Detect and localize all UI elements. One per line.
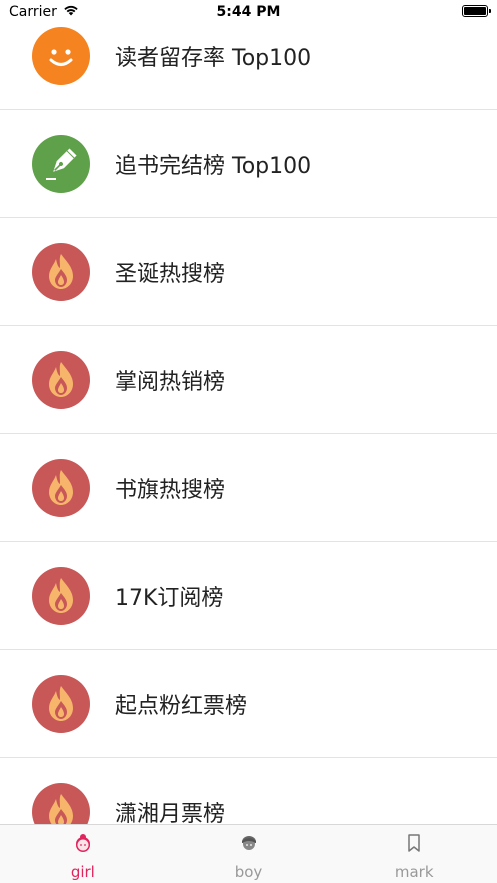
list-item[interactable]: 掌阅热销榜 — [0, 326, 497, 434]
flame-icon — [32, 674, 90, 733]
list-item-label: 掌阅热销榜 — [115, 369, 226, 395]
flame-icon — [32, 242, 90, 301]
boy-face-icon — [239, 833, 259, 857]
ranking-list: 读者留存率 Top100 追书完结榜 Top100 圣诞热搜榜 掌阅热销榜 书旗… — [0, 0, 497, 824]
flame-icon — [32, 566, 90, 625]
tab-boy-label: boy — [234, 863, 263, 881]
list-item-label: 起点粉红票榜 — [115, 693, 248, 719]
bookmark-icon — [404, 833, 424, 857]
list-item-label: 圣诞热搜榜 — [115, 261, 226, 287]
list-item-label: 追书完结榜 Top100 — [115, 153, 312, 179]
list-item-label: 潇湘月票榜 — [115, 801, 226, 825]
list-item[interactable]: 追书完结榜 Top100 — [0, 110, 497, 218]
list-item[interactable]: 圣诞热搜榜 — [0, 218, 497, 326]
screen: Carrier 5:44 PM 读者留存率 Top100 追书完结榜 Top10… — [0, 0, 497, 883]
flame-icon — [32, 350, 90, 409]
tab-girl-label: girl — [70, 863, 95, 881]
fountain-pen-icon — [32, 134, 90, 193]
tab-mark-label: mark — [394, 863, 434, 881]
battery-icon — [462, 5, 491, 17]
tab-boy[interactable]: boy — [166, 825, 332, 883]
flame-icon — [32, 782, 90, 824]
list-item-label: 17K订阅榜 — [115, 585, 224, 611]
list-item-label: 书旗热搜榜 — [115, 477, 226, 503]
flame-icon — [32, 458, 90, 517]
tab-mark[interactable]: mark — [331, 825, 497, 883]
tab-girl[interactable]: girl — [0, 825, 166, 883]
list-item[interactable]: 起点粉红票榜 — [0, 650, 497, 758]
smiley-face-icon — [32, 26, 90, 85]
list-item-label: 读者留存率 Top100 — [115, 45, 312, 71]
list-item[interactable]: 书旗热搜榜 — [0, 434, 497, 542]
tab-bar: girl boy mark — [0, 824, 497, 883]
list-item[interactable]: 17K订阅榜 — [0, 542, 497, 650]
girl-face-icon — [73, 833, 93, 857]
status-time: 5:44 PM — [216, 4, 281, 20]
status-bar: Carrier 5:44 PM — [0, 0, 497, 28]
list-item[interactable]: 潇湘月票榜 — [0, 758, 497, 824]
